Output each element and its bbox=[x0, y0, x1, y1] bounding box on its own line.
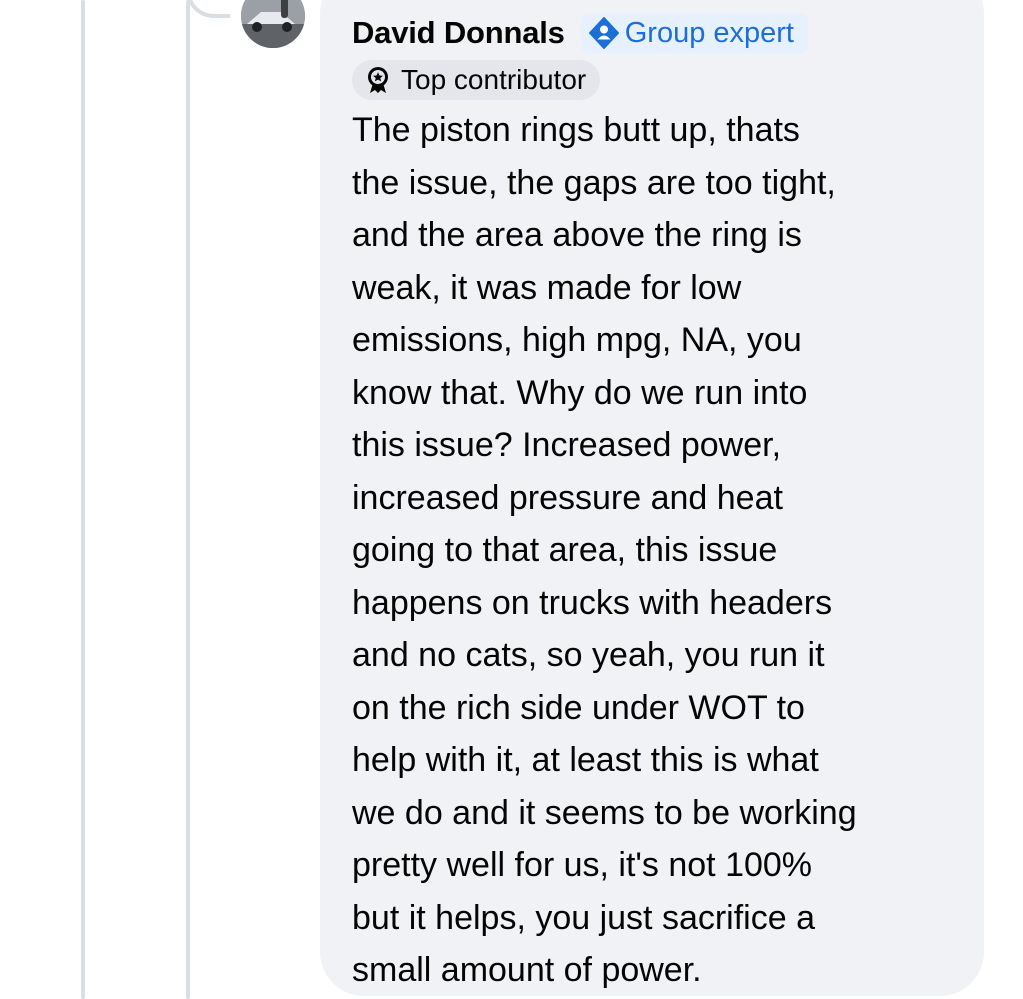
user-avatar-photo-icon bbox=[241, 0, 305, 48]
expert-shield-icon bbox=[587, 16, 621, 50]
contributor-medal-icon bbox=[364, 66, 392, 94]
avatar[interactable] bbox=[241, 0, 305, 48]
comment-text: The piston rings butt up, thats the issu… bbox=[352, 111, 857, 989]
top-contributor-label: Top contributor bbox=[401, 64, 587, 95]
thread-line-inner bbox=[186, 0, 190, 999]
thread-connector bbox=[186, 0, 230, 18]
group-expert-label: Group expert bbox=[624, 16, 794, 49]
author-name[interactable]: David Donnals bbox=[352, 15, 565, 51]
comment-header: David Donnals Group expert bbox=[352, 11, 808, 55]
thread-line-outer bbox=[81, 0, 85, 999]
top-contributor-badge[interactable]: Top contributor bbox=[352, 60, 601, 100]
group-expert-badge[interactable]: Group expert bbox=[580, 13, 808, 53]
